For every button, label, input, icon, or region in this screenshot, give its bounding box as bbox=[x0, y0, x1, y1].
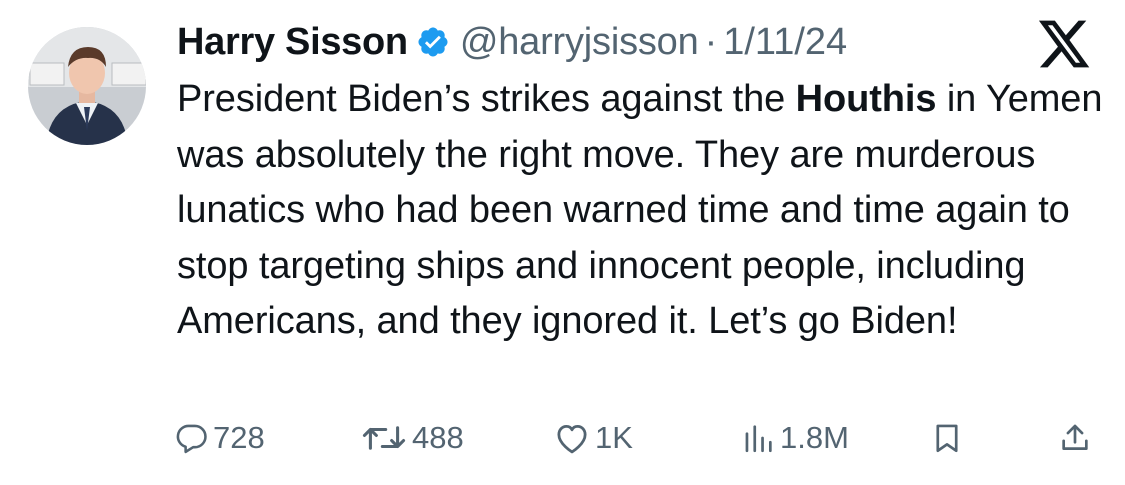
bookmark-button[interactable] bbox=[930, 410, 964, 466]
views-count: 1.8M bbox=[780, 420, 849, 455]
avatar[interactable] bbox=[28, 27, 146, 145]
like-icon bbox=[553, 421, 591, 455]
share-button[interactable] bbox=[1058, 410, 1092, 466]
bookmark-icon bbox=[930, 421, 964, 455]
tweet-header: Harry Sisson @harryjsisson · 1/11/24 bbox=[177, 14, 847, 70]
repost-button[interactable]: 488 bbox=[360, 410, 464, 466]
user-handle[interactable]: @harryjsisson bbox=[460, 21, 699, 64]
repost-count: 488 bbox=[412, 420, 464, 455]
views-button[interactable]: 1.8M bbox=[742, 410, 849, 466]
like-button[interactable]: 1K bbox=[553, 410, 633, 466]
tweet-card[interactable]: Harry Sisson @harryjsisson · 1/11/24 Pre… bbox=[0, 0, 1125, 485]
avatar-photo bbox=[28, 27, 146, 145]
tweet-text-bold: Houthis bbox=[795, 78, 937, 120]
header-separator: · bbox=[704, 20, 718, 63]
reply-icon bbox=[175, 421, 209, 455]
verified-badge-icon bbox=[416, 25, 450, 59]
action-bar: 728 488 1K 1.8M bbox=[0, 410, 1125, 466]
tweet-date[interactable]: 1/11/24 bbox=[723, 21, 847, 64]
tweet-text-part1: President Biden’s strikes against the bbox=[177, 78, 796, 120]
share-icon bbox=[1058, 421, 1092, 455]
tweet-text: President Biden’s strikes against the Ho… bbox=[177, 72, 1107, 350]
display-name[interactable]: Harry Sisson bbox=[177, 21, 408, 64]
reply-count: 728 bbox=[213, 420, 265, 455]
x-logo-icon bbox=[1036, 18, 1092, 70]
repost-icon bbox=[360, 421, 408, 455]
reply-button[interactable]: 728 bbox=[175, 410, 265, 466]
views-icon bbox=[742, 421, 776, 455]
like-count: 1K bbox=[595, 420, 633, 455]
